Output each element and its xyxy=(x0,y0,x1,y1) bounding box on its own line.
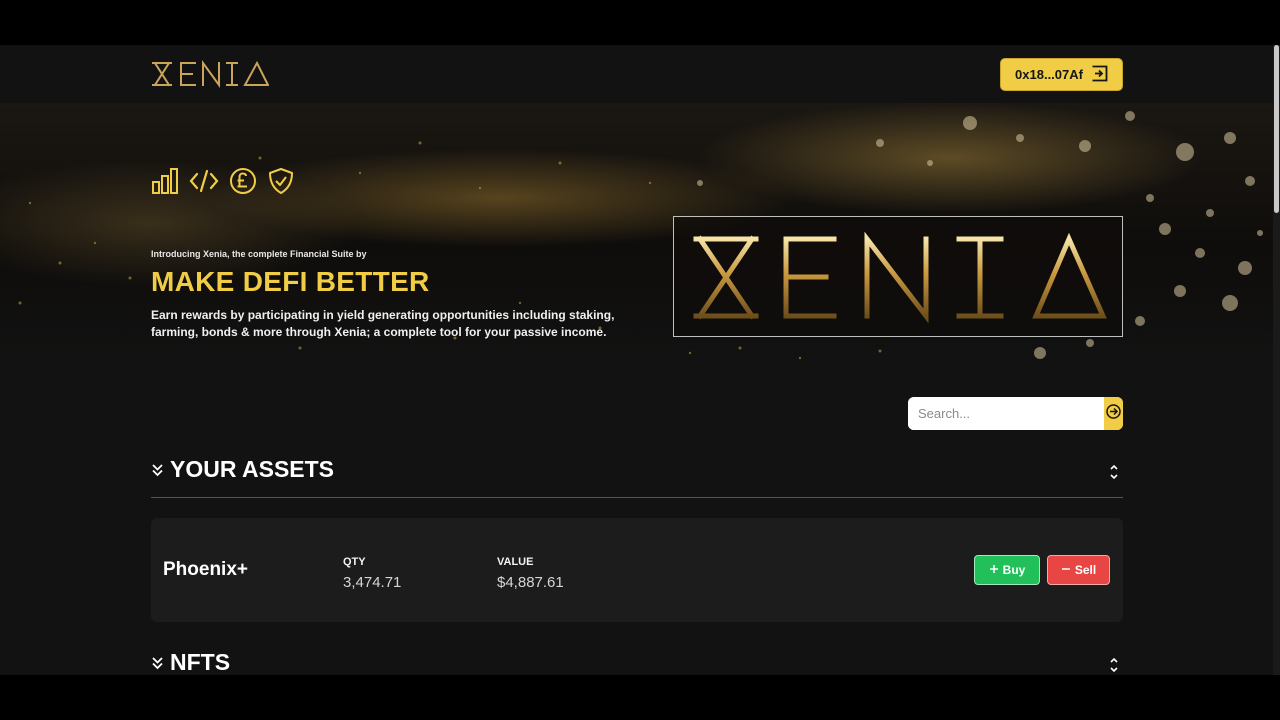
pound-coin-icon xyxy=(229,167,257,195)
page-viewport: 0x18...07Af Introducing Xenia, the compl… xyxy=(0,45,1273,675)
xenia-logo-mark xyxy=(152,59,270,89)
sign-out-icon xyxy=(1091,65,1108,85)
bar-chart-icon xyxy=(151,167,179,195)
hero-banner: Introducing Xenia, the complete Financia… xyxy=(0,103,1273,365)
search-input[interactable] xyxy=(908,397,1104,430)
hero-intro-text: Introducing Xenia, the complete Financia… xyxy=(151,249,367,259)
shield-check-icon xyxy=(267,167,295,195)
qty-value: 3,474.71 xyxy=(343,574,402,591)
qty-label: QTY xyxy=(343,556,366,568)
wallet-address-label: 0x18...07Af xyxy=(1015,67,1083,82)
assets-section-header[interactable]: YOUR ASSETS xyxy=(151,454,1123,494)
double-chevron-down-icon xyxy=(151,463,164,482)
buy-label: Buy xyxy=(1002,563,1026,577)
page-scrollbar[interactable] xyxy=(1273,45,1280,675)
buy-button[interactable]: Buy xyxy=(974,555,1040,585)
hero-description: Earn rewards by participating in yield g… xyxy=(151,308,615,339)
sell-button[interactable]: Sell xyxy=(1047,555,1110,585)
asset-name: Phoenix+ xyxy=(163,559,248,580)
value-label: VALUE xyxy=(497,556,534,568)
value-amount: $4,887.61 xyxy=(497,574,564,591)
arrow-right-circle-icon xyxy=(1106,403,1121,424)
double-chevron-down-icon xyxy=(151,656,164,675)
search-bar xyxy=(908,397,1123,430)
hero-logo-mark xyxy=(693,231,1107,324)
nfts-section-title: NFTS xyxy=(170,649,231,675)
search-submit-button[interactable] xyxy=(1104,397,1123,430)
feature-icons xyxy=(151,167,295,195)
code-icon xyxy=(189,167,219,195)
asset-row: Phoenix+ QTY 3,474.71 VALUE $4,887.61 Bu… xyxy=(151,518,1123,622)
collapse-toggle-icon[interactable] xyxy=(1109,657,1119,675)
wallet-address-button[interactable]: 0x18...07Af xyxy=(1000,58,1123,91)
assets-section-title: YOUR ASSETS xyxy=(170,456,335,482)
sell-label: Sell xyxy=(1074,563,1097,577)
hero-title: MAKE DEFI BETTER xyxy=(151,266,430,297)
navbar: 0x18...07Af xyxy=(0,45,1273,103)
plus-icon xyxy=(989,563,999,577)
hero-xenia-logo xyxy=(673,216,1123,337)
minus-icon xyxy=(1061,563,1071,577)
nfts-section-header[interactable]: NFTS xyxy=(151,647,1123,675)
collapse-toggle-icon[interactable] xyxy=(1109,464,1119,485)
section-divider xyxy=(151,497,1123,498)
xenia-logo[interactable] xyxy=(151,59,270,93)
scrollbar-thumb[interactable] xyxy=(1274,45,1279,213)
